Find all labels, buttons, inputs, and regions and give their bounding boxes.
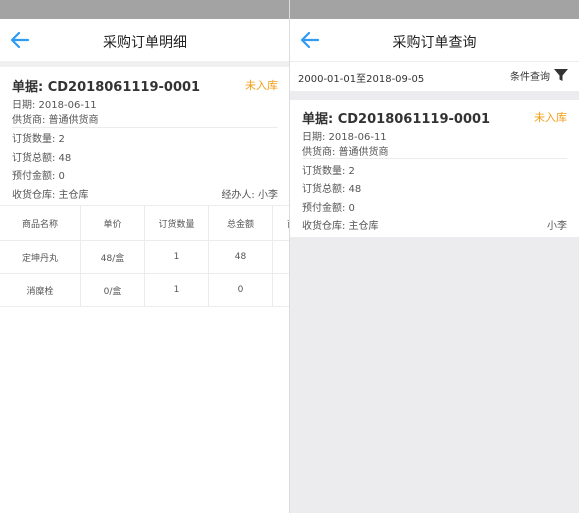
supplier: 供货商: 普通供货商 [12,115,99,126]
status-bar [0,0,290,19]
divider [12,127,278,128]
table-cell [273,241,290,273]
table-cell: 1 [145,274,209,306]
page-title: 采购订单查询 [392,35,477,51]
table-row[interactable]: 定坤丹丸 48/盒 1 48 [0,241,290,274]
receiving-warehouse: 收货仓库: 主仓库 [302,221,379,232]
back-button[interactable] [298,28,322,52]
product-table: 商品名称 单价 订货数量 总金额 商 定坤丹丸 48/盒 1 48 消糜栓 0/… [0,205,290,307]
order-total: 订货总额: 48 [12,153,72,164]
table-cell: 1 [145,241,209,273]
table-header: 商品名称 单价 订货数量 总金额 商 [0,205,290,241]
column-header: 商品名称 [0,206,81,240]
back-button[interactable] [8,28,32,52]
prepaid-amount: 预付金额: 0 [302,203,355,214]
order-query-screen: 采购订单查询 2000-01-01至2018-09-05 条件查询 单据: CD… [290,0,579,513]
table-cell: 48 [209,241,273,273]
funnel-icon [554,69,568,81]
order-date: 日期: 2018-06-11 [12,100,97,111]
table-row[interactable]: 消糜栓 0/盒 1 0 [0,274,290,307]
handler: 小李 [547,221,567,232]
order-quantity: 订货数量: 2 [12,134,65,145]
filter-button[interactable]: 条件查询 [510,67,569,83]
arrow-left-icon [10,31,30,49]
handler: 经办人: 小李 [221,190,278,201]
table-cell: 48/盒 [81,241,145,273]
supplier: 供货商: 普通供货商 [302,147,389,158]
date-range[interactable]: 2000-01-01至2018-09-05 [298,70,424,85]
filter-label: 条件查询 [510,71,550,83]
status-badge: 未入库 [245,79,278,92]
page-title: 采购订单明细 [103,35,187,51]
order-number: 单据: CD2018061119-0001 [302,112,491,127]
table-cell [273,274,290,306]
table-cell: 0/盒 [81,274,145,306]
table-cell: 消糜栓 [0,274,81,306]
prepaid-amount: 预付金额: 0 [12,171,65,182]
column-header: 单价 [81,206,145,240]
order-number: 单据: CD2018061119-0001 [12,80,201,95]
order-quantity: 订货数量: 2 [302,166,355,177]
divider [302,158,567,159]
order-summary-card: 单据: CD2018061119-0001 未入库 日期: 2018-06-11… [0,61,290,205]
column-header: 总金额 [209,206,273,240]
table-cell: 定坤丹丸 [0,241,81,273]
order-detail-screen: 采购订单明细 单据: CD2018061119-0001 未入库 日期: 201… [0,0,290,513]
arrow-left-icon [300,31,320,49]
column-header: 订货数量 [145,206,209,240]
column-header: 商 [273,206,290,240]
nav-bar: 采购订单明细 [0,19,290,61]
order-date: 日期: 2018-06-11 [302,132,387,143]
filter-bar: 2000-01-01至2018-09-05 条件查询 [290,61,579,91]
status-bar [290,0,579,19]
order-list-item[interactable]: 单据: CD2018061119-0001 未入库 日期: 2018-06-11… [290,100,579,237]
nav-bar: 采购订单查询 [290,19,579,61]
order-total: 订货总额: 48 [302,184,362,195]
status-badge: 未入库 [534,111,567,124]
receiving-warehouse: 收货仓库: 主仓库 [12,190,89,201]
table-cell: 0 [209,274,273,306]
